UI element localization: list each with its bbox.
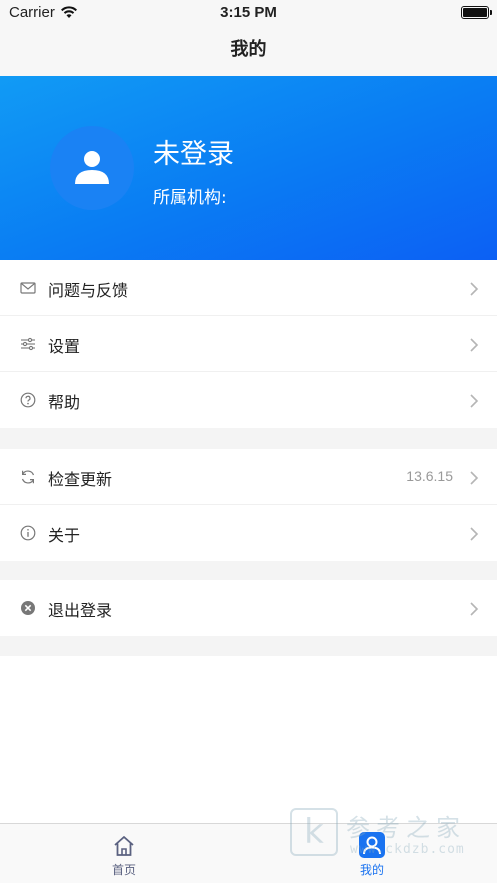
menu-item-help[interactable]: 帮助	[0, 372, 497, 428]
user-icon	[359, 832, 385, 858]
sliders-icon	[21, 337, 35, 351]
tab-label: 我的	[359, 863, 384, 877]
help-circle-icon	[20, 392, 36, 408]
page-title: 我的	[230, 39, 267, 60]
chevron-right-icon	[470, 338, 479, 352]
version-value: 13.6.15	[406, 468, 453, 484]
home-icon	[114, 836, 134, 856]
chevron-right-icon	[470, 394, 479, 408]
menu-item-label: 问题与反馈	[48, 281, 129, 300]
info-circle-icon	[20, 525, 36, 541]
menu-item-logout[interactable]: 退出登录	[0, 580, 497, 636]
menu-group-3: 退出登录	[0, 580, 497, 636]
menu-item-label: 检查更新	[48, 470, 113, 489]
menu-group-1: 问题与反馈 设置 帮助	[0, 260, 497, 428]
menu-item-label: 设置	[48, 337, 81, 356]
tab-home[interactable]: 首页	[0, 824, 248, 883]
chevron-right-icon	[470, 282, 479, 296]
status-bar: Carrier 3:15 PM	[0, 0, 497, 28]
tab-label: 首页	[111, 863, 136, 877]
menu-item-about[interactable]: 关于	[0, 505, 497, 561]
org-label: 所属机构:	[153, 188, 227, 208]
user-icon	[75, 151, 109, 184]
chevron-right-icon	[470, 471, 479, 485]
avatar[interactable]	[50, 126, 134, 210]
nav-bar: 我的	[0, 28, 497, 76]
menu-item-feedback[interactable]: 问题与反馈	[0, 260, 497, 316]
tab-bar: 首页 我的	[0, 823, 497, 883]
menu-item-check-update[interactable]: 检查更新 13.6.15	[0, 449, 497, 505]
content-blank-area	[0, 656, 497, 823]
menu-item-label: 关于	[48, 526, 81, 545]
menu-item-settings[interactable]: 设置	[0, 316, 497, 372]
user-name: 未登录	[153, 139, 234, 170]
menu-item-label: 帮助	[48, 393, 81, 412]
tab-me[interactable]: 我的	[248, 824, 496, 883]
menu-item-label: 退出登录	[48, 601, 113, 620]
battery-icon	[461, 6, 492, 19]
chevron-right-icon	[470, 527, 479, 541]
menu-group-2: 检查更新 13.6.15 关于	[0, 449, 497, 561]
profile-header[interactable]: 未登录 所属机构:	[0, 76, 497, 260]
close-circle-icon	[21, 601, 35, 615]
refresh-icon	[21, 470, 35, 484]
chevron-right-icon	[470, 602, 479, 616]
status-time: 3:15 PM	[220, 4, 277, 21]
mail-icon	[20, 282, 36, 294]
